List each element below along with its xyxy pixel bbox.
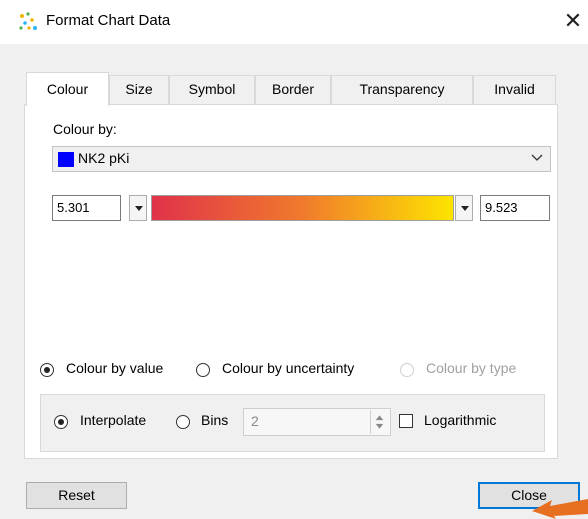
min-color-dropdown[interactable] [129, 195, 147, 221]
max-color-dropdown[interactable] [455, 195, 473, 221]
app-icon [19, 12, 37, 30]
close-window-icon[interactable]: ✕ [561, 6, 585, 36]
colour-by-selected-value: NK2 pKi [78, 150, 130, 166]
interpolate-label: Interpolate [80, 412, 147, 428]
radio-interpolate[interactable] [54, 415, 68, 429]
colour-by-label: Colour by: [53, 121, 117, 137]
series-color-swatch [58, 152, 74, 167]
tab-size[interactable]: Size [109, 75, 169, 104]
reset-button[interactable]: Reset [26, 482, 127, 509]
radio-colour-by-type [400, 363, 414, 377]
logarithmic-label: Logarithmic [424, 412, 497, 428]
tab-transparency[interactable]: Transparency [331, 75, 473, 104]
window-title: Format Chart Data [46, 12, 171, 29]
bins-stepper[interactable] [243, 408, 391, 436]
radio-colour-by-value[interactable] [40, 363, 54, 377]
chevron-down-icon [531, 154, 543, 161]
colour-by-value-label: Colour by value [66, 360, 164, 376]
tab-invalid[interactable]: Invalid [473, 75, 556, 104]
caret-down-icon [135, 206, 143, 211]
color-gradient-bar [151, 195, 454, 221]
tab-colour[interactable]: Colour [26, 72, 109, 106]
tab-border[interactable]: Border [255, 75, 331, 104]
tab-symbol[interactable]: Symbol [169, 75, 255, 104]
bins-value: 2 [251, 413, 259, 429]
min-value-field[interactable]: 5.301 [52, 195, 121, 221]
stepper-arrows-icon[interactable] [370, 410, 388, 434]
max-value-field[interactable]: 9.523 [480, 195, 550, 221]
caret-down-icon [461, 206, 469, 211]
mouse-pointer-arrow-icon [532, 499, 588, 519]
radio-bins[interactable] [176, 415, 190, 429]
logarithmic-checkbox[interactable] [399, 414, 413, 428]
colour-by-type-label: Colour by type [426, 360, 517, 376]
bins-label: Bins [201, 412, 229, 428]
radio-colour-by-uncertainty[interactable] [196, 363, 210, 377]
colour-by-uncertainty-label: Colour by uncertainty [222, 360, 355, 376]
